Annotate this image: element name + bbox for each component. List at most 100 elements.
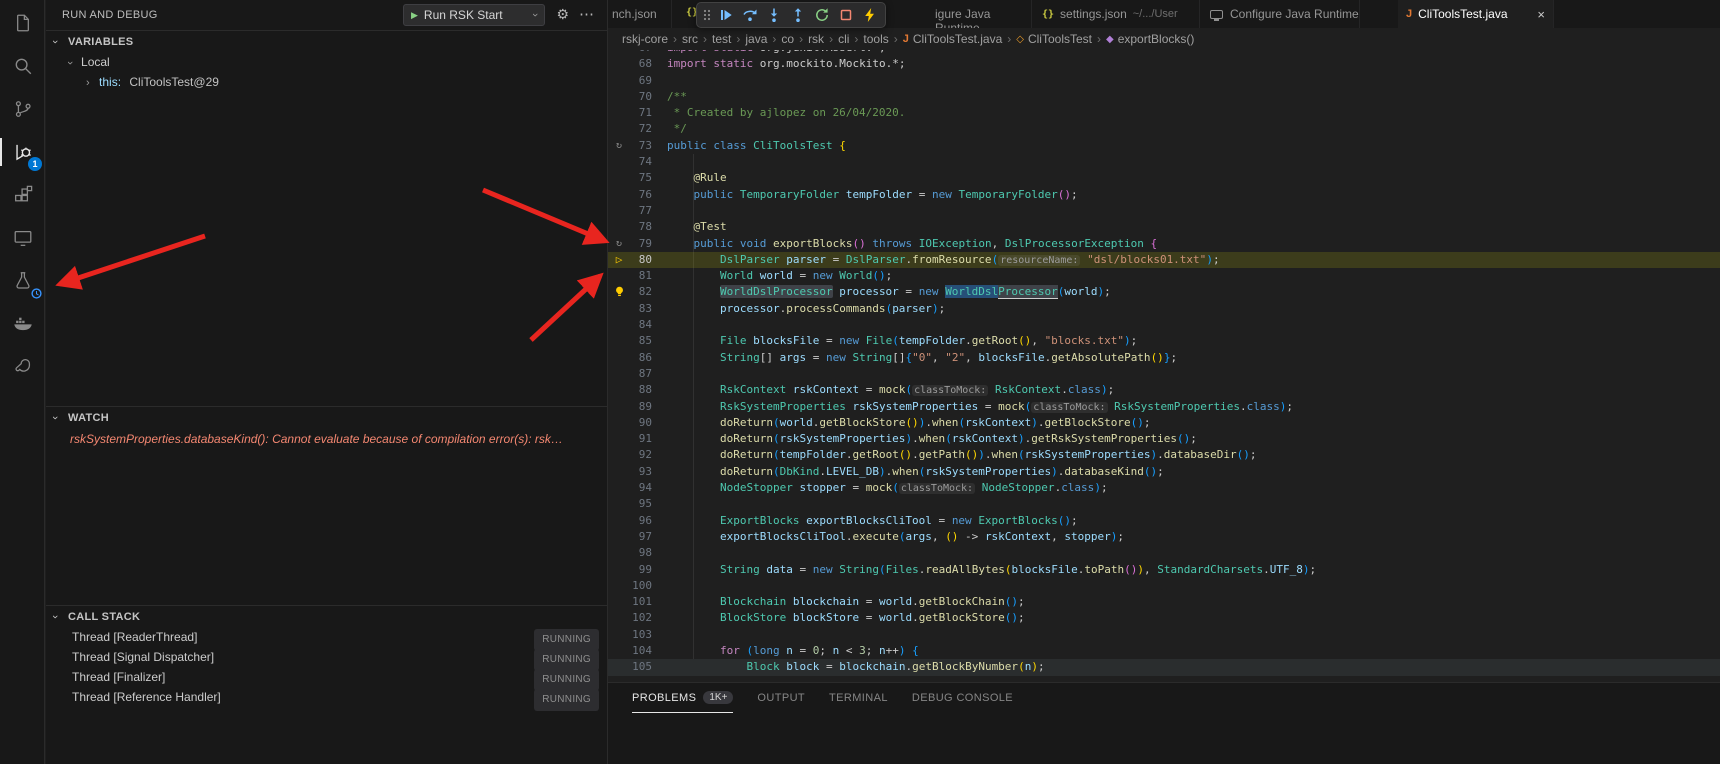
code-line-88[interactable]: 88 RskContext rskContext = mock(classToM… (608, 382, 1720, 398)
test-run-icon[interactable]: ↻ (608, 236, 630, 252)
breakpoint-gutter[interactable] (608, 659, 630, 675)
breakpoint-gutter[interactable] (608, 545, 630, 561)
restart-button[interactable] (811, 4, 833, 26)
step-into-button[interactable] (763, 4, 785, 26)
breadcrumb-item[interactable]: test (712, 32, 731, 46)
call-stack-header[interactable]: › CALL STACK (46, 605, 607, 627)
code-line-96[interactable]: 96 ExportBlocks exportBlocksCliTool = ne… (608, 513, 1720, 529)
code-line-97[interactable]: 97 exportBlocksCliTool.execute(args, () … (608, 529, 1720, 545)
docker-icon[interactable] (0, 302, 45, 344)
code-line-72[interactable]: 72 */ (608, 121, 1720, 137)
breadcrumb-item[interactable]: java (745, 32, 767, 46)
breakpoint-gutter[interactable] (608, 496, 630, 512)
breadcrumb-item[interactable]: tools (863, 32, 888, 46)
breadcrumb-item[interactable]: ◇CliToolsTest (1016, 32, 1092, 46)
step-out-button[interactable] (787, 4, 809, 26)
continue-button[interactable] (715, 4, 737, 26)
breakpoint-gutter[interactable] (608, 610, 630, 626)
tab-configure-java-runtime[interactable]: Configure Java Runtime (1200, 0, 1360, 28)
tab-launch-json[interactable]: nch.json (608, 0, 672, 28)
call-stack-thread[interactable]: Thread [Finalizer]RUNNING (46, 667, 607, 687)
hot-code-replace-icon[interactable] (859, 4, 881, 26)
run-and-debug-icon[interactable]: 1 (0, 131, 45, 173)
breakpoint-gutter[interactable] (608, 350, 630, 366)
breakpoint-gutter[interactable] (608, 301, 630, 317)
breakpoint-gutter[interactable] (608, 121, 630, 137)
call-stack-thread[interactable]: Thread [Reference Handler]RUNNING (46, 687, 607, 707)
testing-icon[interactable] (0, 260, 45, 302)
breakpoint-gutter[interactable] (608, 56, 630, 72)
explorer-icon[interactable] (0, 2, 45, 44)
code-line-101[interactable]: 101 Blockchain blockchain = world.getBlo… (608, 594, 1720, 610)
panel-tab-problems[interactable]: PROBLEMS1K+ (632, 683, 733, 713)
code-line-68[interactable]: 68import static org.mockito.Mockito.*; (608, 56, 1720, 72)
breakpoint-gutter[interactable] (608, 268, 630, 284)
code-line-76[interactable]: 76 public TemporaryFolder tempFolder = n… (608, 187, 1720, 203)
breakpoint-gutter[interactable] (608, 89, 630, 105)
breakpoint-gutter[interactable] (608, 431, 630, 447)
code-line-77[interactable]: 77 (608, 203, 1720, 219)
code-line-102[interactable]: 102 BlockStore blockStore = world.getBlo… (608, 610, 1720, 626)
breakpoint-gutter[interactable] (608, 578, 630, 594)
drag-grip-icon[interactable] (701, 4, 713, 26)
code-line-100[interactable]: 100 (608, 578, 1720, 594)
code-line-95[interactable]: 95 (608, 496, 1720, 512)
extensions-icon[interactable] (0, 174, 45, 216)
breadcrumb-item[interactable]: co (781, 32, 794, 46)
code-line-82[interactable]: 82 WorldDslProcessor processor = new Wor… (608, 284, 1720, 300)
code-line-93[interactable]: 93 doReturn(DbKind.LEVEL_DB).when(rskSys… (608, 464, 1720, 480)
breakpoint-gutter[interactable] (608, 594, 630, 610)
code-line-98[interactable]: 98 (608, 545, 1720, 561)
breakpoint-gutter[interactable] (608, 366, 630, 382)
panel-tab-output[interactable]: OUTPUT (757, 683, 805, 713)
breadcrumb-item[interactable]: rsk (808, 32, 824, 46)
test-run-icon[interactable]: ↻ (608, 138, 630, 154)
breadcrumb-item[interactable]: JCliToolsTest.java (903, 32, 1003, 46)
lightbulb-icon[interactable] (608, 284, 630, 300)
breakpoint-gutter[interactable] (608, 399, 630, 415)
code-line-78[interactable]: 78 @Test (608, 219, 1720, 235)
code-line-75[interactable]: 75 @Rule (608, 170, 1720, 186)
stop-button[interactable] (835, 4, 857, 26)
search-icon[interactable] (0, 45, 45, 87)
breadcrumb-item[interactable]: src (682, 32, 698, 46)
code-line-87[interactable]: 87 (608, 366, 1720, 382)
code-line-103[interactable]: 103 (608, 627, 1720, 643)
breakpoint-gutter[interactable] (608, 203, 630, 219)
variables-scope-local[interactable]: › Local (46, 52, 607, 72)
launch-config-dropdown[interactable]: ▶ Run RSK Start › (403, 4, 545, 26)
code-line-92[interactable]: 92 doReturn(tempFolder.getRoot().getPath… (608, 447, 1720, 463)
breakpoint-gutter[interactable] (608, 415, 630, 431)
call-stack-thread[interactable]: Thread [ReaderThread]RUNNING (46, 627, 607, 647)
breakpoint-gutter[interactable] (608, 480, 630, 496)
code-line-105[interactable]: 105 Block block = blockchain.getBlockByN… (608, 659, 1720, 675)
panel-tab-debug-console[interactable]: DEBUG CONSOLE (912, 683, 1013, 713)
breakpoint-gutter[interactable] (608, 562, 630, 578)
breakpoint-gutter[interactable] (608, 513, 630, 529)
breakpoint-gutter[interactable] (608, 529, 630, 545)
code-line-70[interactable]: 70/** (608, 89, 1720, 105)
code-line-83[interactable]: 83 processor.processCommands(parser); (608, 301, 1720, 317)
breakpoint-gutter[interactable] (608, 447, 630, 463)
source-control-icon[interactable] (0, 88, 45, 130)
code-line-84[interactable]: 84 (608, 317, 1720, 333)
tab-clitoolstest-java[interactable]: J CliToolsTest.java × (1398, 0, 1554, 28)
code-line-90[interactable]: 90 doReturn(world.getBlockStore()).when(… (608, 415, 1720, 431)
code-line-79[interactable]: ↻79 public void exportBlocks() throws IO… (608, 236, 1720, 252)
code-line-71[interactable]: 71 * Created by ajlopez on 26/04/2020. (608, 105, 1720, 121)
breakpoint-gutter[interactable] (608, 643, 630, 659)
watch-header[interactable]: › WATCH (46, 406, 607, 428)
code-line-91[interactable]: 91 doReturn(rskSystemProperties).when(rs… (608, 431, 1720, 447)
breadcrumb-item[interactable]: rskj-core (622, 32, 668, 46)
tab-settings-json[interactable]: {} settings.json ~/.../User (1032, 0, 1200, 28)
code-line-73[interactable]: ↻73public class CliToolsTest { (608, 138, 1720, 154)
code-line-86[interactable]: 86 String[] args = new String[]{"0", "2"… (608, 350, 1720, 366)
code-line-99[interactable]: 99 String data = new String(Files.readAl… (608, 562, 1720, 578)
breakpoint-gutter[interactable] (608, 464, 630, 480)
variables-header[interactable]: › VARIABLES (46, 30, 607, 52)
code-line-81[interactable]: 81 World world = new World(); (608, 268, 1720, 284)
breakpoint-gutter[interactable] (608, 219, 630, 235)
code-line-74[interactable]: 74 (608, 154, 1720, 170)
breakpoint-gutter[interactable] (608, 333, 630, 349)
breakpoint-gutter[interactable] (608, 317, 630, 333)
